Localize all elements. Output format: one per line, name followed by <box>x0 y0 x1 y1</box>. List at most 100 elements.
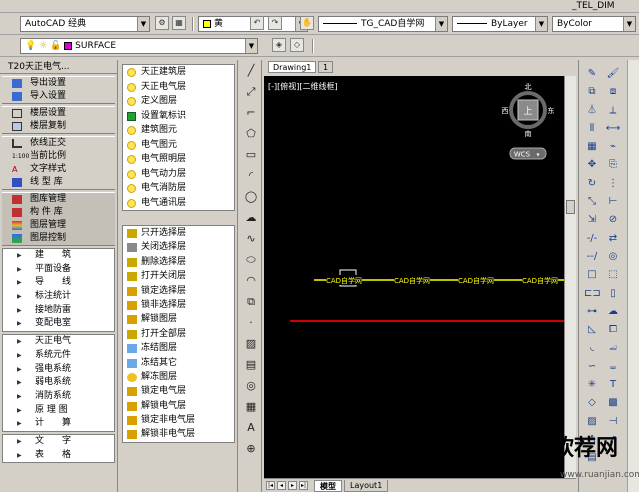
blend-icon[interactable]: ∽ <box>584 359 600 375</box>
menu-item-system-elements[interactable]: 系统元件 <box>3 348 114 363</box>
table-icon[interactable]: ▦ <box>243 399 259 415</box>
scroll-thumb[interactable] <box>566 200 575 214</box>
redo-icon[interactable]: ↷ <box>268 16 282 30</box>
menu-item-weak-current[interactable]: 弱电系统 <box>3 376 114 390</box>
workspace-settings-icon[interactable]: ▦ <box>172 16 186 30</box>
menu-item-components[interactable]: 构 件 库 <box>2 206 115 219</box>
gear-icon[interactable]: ⚙ <box>155 16 169 30</box>
menu-item-lock-electric[interactable]: 锁定电气层 <box>123 384 234 398</box>
arc-icon[interactable]: ◜ <box>243 168 259 184</box>
menu-item-layer-control[interactable]: 图层控制 <box>2 232 115 245</box>
menu-item-text[interactable]: 文 字 <box>3 434 114 449</box>
copy-nested-icon[interactable]: ⎘ <box>605 157 621 173</box>
ellipse-icon[interactable]: ⬭ <box>243 252 259 268</box>
menu-item-plan-equipment[interactable]: 平面设备 <box>3 262 114 277</box>
gradient-icon[interactable]: ▤ <box>243 357 259 373</box>
layer-state-icon[interactable]: ◈ <box>272 38 286 52</box>
menu-item-fire-layer[interactable]: 电气消防层 <box>123 181 234 196</box>
last-tab-icon[interactable]: ▸| <box>299 481 308 490</box>
menu-item-unlock-non-electric[interactable]: 解锁非电气层 <box>123 427 234 441</box>
chevron-down-icon[interactable]: ▼ <box>535 17 547 31</box>
rotate-icon[interactable]: ↻ <box>584 176 600 192</box>
pan-icon[interactable]: ✋ <box>300 16 314 30</box>
chevron-down-icon[interactable]: ▼ <box>245 39 257 53</box>
revcloud-icon[interactable]: ☁ <box>605 304 621 320</box>
menu-item-delete-selected[interactable]: 删除选择层 <box>123 255 234 269</box>
trim-icon[interactable]: -/- <box>584 231 600 247</box>
menu-item-ortho[interactable]: 依线正交 <box>2 137 115 150</box>
break-point-icon[interactable]: □ <box>584 267 600 283</box>
menu-item-schematic[interactable]: 原 理 图 <box>3 403 114 418</box>
next-tab-icon[interactable]: ▸ <box>288 481 297 490</box>
edit-hatch-icon[interactable]: ▨ <box>584 414 600 430</box>
first-tab-icon[interactable]: |◂ <box>266 481 275 490</box>
pedit-icon[interactable]: ⌁ <box>605 139 621 155</box>
menu-item-electric-elements[interactable]: 电气图元 <box>123 138 234 153</box>
revision-cloud-icon[interactable]: ☁ <box>243 210 259 226</box>
menu-item-annotation[interactable]: 标注统计 <box>3 290 114 304</box>
spline-icon[interactable]: ∿ <box>243 231 259 247</box>
menu-item-wire[interactable]: 导 线 <box>3 276 114 291</box>
explode-icon[interactable]: ✳ <box>584 377 600 393</box>
draw-order-icon[interactable]: ⧠ <box>605 322 621 338</box>
menu-item-floor-copy[interactable]: 楼层复制 <box>2 120 115 133</box>
wire-polyline[interactable]: CAD自学网 CAD自学网 CAD自学网 CAD自学网 <box>314 269 564 287</box>
menu-item-building-elements[interactable]: 建筑图元 <box>123 123 234 138</box>
chevron-down-icon[interactable]: ▼ <box>435 17 447 31</box>
erase-icon[interactable]: ✎ <box>584 66 600 82</box>
region-icon[interactable]: ◎ <box>605 249 621 265</box>
add-selected-icon[interactable]: ⊕ <box>243 441 259 457</box>
stretch-icon[interactable]: ⇲ <box>584 212 600 228</box>
move-icon[interactable]: ✥ <box>584 157 600 173</box>
menu-item-power-layer[interactable]: 电气动力层 <box>123 167 234 182</box>
boundary-icon[interactable]: ⬚ <box>605 267 621 283</box>
insert-block-icon[interactable]: ⧉ <box>243 294 259 310</box>
wipeout-icon[interactable]: ▯ <box>605 286 621 302</box>
menu-item-freeze-layer[interactable]: 冻结图层 <box>123 341 234 355</box>
menu-item-toggle-off[interactable]: 打开关闭层 <box>123 269 234 283</box>
line-icon[interactable]: ╱ <box>243 63 259 79</box>
menu-item-isolate-selected[interactable]: 只开选择层 <box>123 226 234 240</box>
menu-item-lock-non-electric[interactable]: 锁定非电气层 <box>123 413 234 427</box>
bring-front-icon[interactable]: ⧡ <box>605 340 621 356</box>
region-icon[interactable]: ◎ <box>243 378 259 394</box>
break-icon[interactable]: ⊏⊐ <box>584 286 601 302</box>
array-icon[interactable]: ▦ <box>584 139 600 155</box>
group-icon[interactable]: ⧈ <box>605 84 621 100</box>
send-back-icon[interactable]: ⧢ <box>605 359 621 375</box>
circle-icon[interactable]: ◯ <box>243 189 259 205</box>
menu-item-grounding[interactable]: 接地防雷 <box>3 303 114 318</box>
align-icon[interactable]: ⟂ <box>605 103 621 119</box>
menu-item-electric-layer[interactable]: 天正电气层 <box>123 80 234 95</box>
menu-item-thaw-layer[interactable]: 解冻图层 <box>123 370 234 384</box>
viewcube[interactable]: 上 北 南 东 西 <box>502 83 555 138</box>
menu-item-layer-manager[interactable]: 图层管理 <box>2 219 115 232</box>
tab-layout1[interactable]: Layout1 <box>344 480 389 492</box>
menu-item-fire-system[interactable]: 消防系统 <box>3 389 114 404</box>
chevron-down-icon[interactable]: ▼ <box>137 17 149 31</box>
dim-front-icon[interactable]: ⊣ <box>605 414 621 430</box>
menu-item-open-all[interactable]: 打开全部层 <box>123 327 234 341</box>
paintbrush-icon[interactable]: 🖌 <box>605 66 621 82</box>
reverse-icon[interactable]: ⇄ <box>605 231 621 247</box>
hatch-icon[interactable]: ▨ <box>243 336 259 352</box>
lineweight-combo[interactable]: ByLayer ▼ <box>452 16 548 32</box>
linetype-combo[interactable]: TG_CAD自学网 ▼ <box>318 16 448 32</box>
menu-item-text-style[interactable]: A 文字样式 <box>2 163 115 176</box>
polyline-icon[interactable]: ⌐ <box>243 105 259 121</box>
menu-item-linetype-lib[interactable]: 线 型 库 <box>2 176 115 189</box>
prev-tab-icon[interactable]: ◂ <box>277 481 286 490</box>
menu-item-lock-selected[interactable]: 锁定选择层 <box>123 284 234 298</box>
mirror-icon[interactable]: ⏃ <box>584 103 600 119</box>
menu-item-lock-unselected[interactable]: 锁非选择层 <box>123 298 234 312</box>
menu-item-scale[interactable]: 1:100 当前比例 <box>2 150 115 163</box>
tab-new[interactable]: 1 <box>318 61 334 73</box>
menu-item-tangent-electric[interactable]: 天正电气 <box>3 335 114 349</box>
menu-item-unlock-electric[interactable]: 解锁电气层 <box>123 399 234 413</box>
menu-item-calculation[interactable]: 计 算 <box>3 417 114 431</box>
menu-item-set-marker[interactable]: 设置氧标识 <box>123 109 234 124</box>
scale-icon[interactable]: ⤡ <box>584 194 600 210</box>
menu-item-building[interactable]: 建 筑 <box>3 249 114 263</box>
tab-drawing1[interactable]: Drawing1 <box>268 61 317 73</box>
rectangle-icon[interactable]: ▭ <box>243 147 259 163</box>
